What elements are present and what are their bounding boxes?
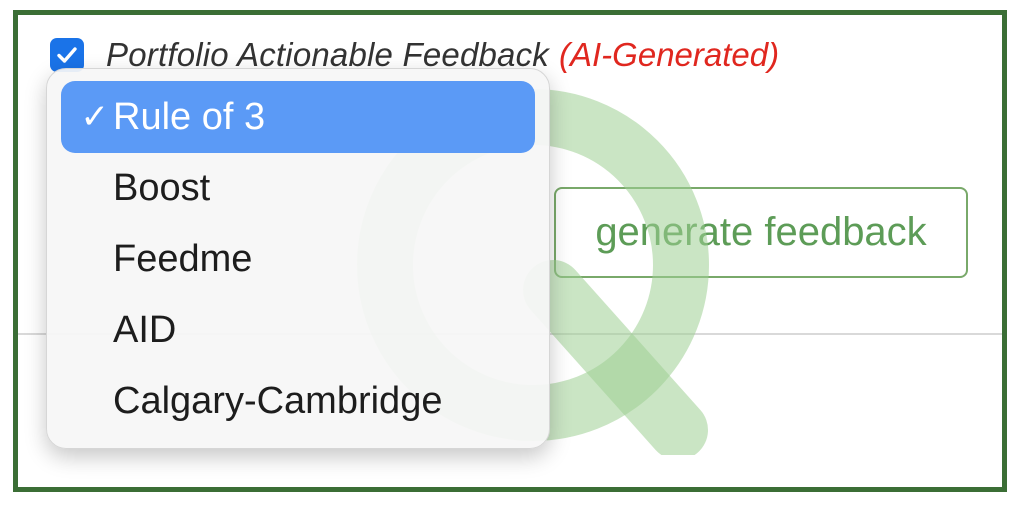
dropdown-item-label: Boost [113,166,211,209]
dropdown-item-label: Feedme [113,237,253,280]
generate-feedback-button[interactable]: generate feedback [554,187,968,278]
dropdown-item-label: Calgary-Cambridge [113,379,443,422]
dropdown-item-feedme[interactable]: Feedme [47,224,551,294]
dropdown-item-aid[interactable]: AID [47,295,551,365]
dropdown-item-label: AID [113,308,177,351]
dropdown-item-boost[interactable]: Boost [47,153,551,223]
dropdown-item-calgary-cambridge[interactable]: Calgary-Cambridge [47,366,551,436]
feedback-checkbox[interactable] [50,38,84,72]
dropdown-item-label: Rule of 3 [113,95,266,138]
checkmark-icon [57,47,77,63]
selected-check-icon: ✓ [80,98,110,136]
framework-dropdown-menu: ✓ Rule of 3 Boost Feedme AID Calgary-Cam… [46,68,550,449]
ai-generated-tag: (AI-Generated) [559,36,780,73]
dropdown-item-rule-of-3[interactable]: ✓ Rule of 3 [61,81,535,153]
